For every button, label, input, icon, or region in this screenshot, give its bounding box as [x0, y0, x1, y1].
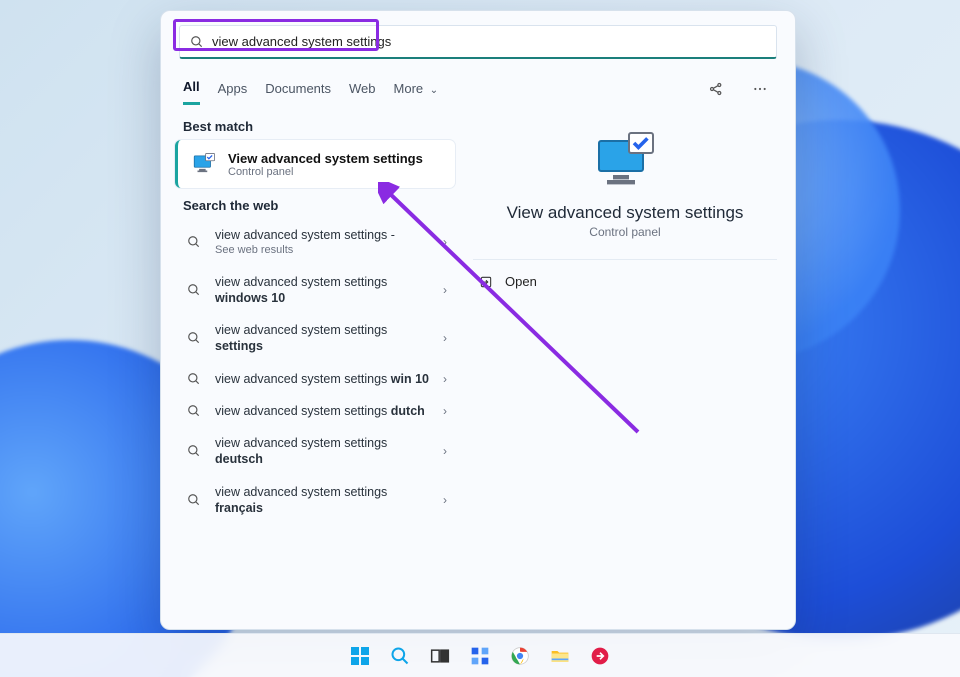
chevron-right-icon: ›: [443, 283, 447, 297]
web-result-item[interactable]: view advanced system settings dutch ›: [175, 395, 455, 427]
web-result-item[interactable]: view advanced system settings -See web r…: [175, 219, 455, 266]
taskbar-file-explorer-icon[interactable]: [544, 640, 576, 672]
taskbar: [0, 633, 960, 677]
web-result-item[interactable]: view advanced system settings deutsch ›: [175, 427, 455, 476]
tab-web[interactable]: Web: [349, 75, 376, 104]
taskbar-app-icon[interactable]: [584, 640, 616, 672]
preview-title: View advanced system settings: [507, 203, 744, 223]
web-result-text: view advanced system settings dutch: [215, 403, 433, 419]
search-input[interactable]: [212, 34, 766, 49]
web-result-text: view advanced system settings windows 10: [215, 274, 433, 307]
control-panel-icon: [190, 150, 218, 178]
chevron-right-icon: ›: [443, 235, 447, 249]
best-match-heading: Best match: [169, 109, 461, 140]
chevron-right-icon: ›: [443, 372, 447, 386]
taskbar-chrome-icon[interactable]: [504, 640, 536, 672]
best-match-subtitle: Control panel: [228, 166, 423, 178]
best-match-result[interactable]: View advanced system settings Control pa…: [175, 140, 455, 188]
chevron-right-icon: ›: [443, 493, 447, 507]
best-match-title: View advanced system settings: [228, 151, 423, 166]
result-preview: View advanced system settings Control pa…: [473, 115, 777, 297]
search-icon: [183, 372, 205, 386]
tab-more-label: More: [394, 81, 424, 96]
search-icon: [183, 235, 205, 249]
divider: [473, 259, 777, 260]
web-result-item[interactable]: view advanced system settings settings ›: [175, 314, 455, 363]
search-panel: All Apps Documents Web More ⌄ Best match: [160, 10, 796, 630]
search-web-heading: Search the web: [169, 188, 461, 219]
chevron-right-icon: ›: [443, 404, 447, 418]
search-icon: [183, 444, 205, 458]
chevron-right-icon: ›: [443, 444, 447, 458]
web-result-text: view advanced system settings français: [215, 484, 433, 517]
share-icon[interactable]: [703, 76, 729, 102]
open-label: Open: [505, 274, 537, 289]
tab-all[interactable]: All: [183, 73, 200, 105]
search-box[interactable]: [179, 25, 777, 59]
taskbar-search-icon[interactable]: [384, 640, 416, 672]
web-result-sub: See web results: [215, 243, 433, 257]
preview-subtitle: Control panel: [589, 225, 660, 239]
chevron-down-icon: ⌄: [430, 85, 438, 96]
taskbar-taskview-icon[interactable]: [424, 640, 456, 672]
tab-apps[interactable]: Apps: [218, 75, 248, 104]
web-result-text: view advanced system settings deutsch: [215, 435, 433, 468]
web-result-item[interactable]: view advanced system settings win 10 ›: [175, 363, 455, 395]
web-result-item[interactable]: view advanced system settings français ›: [175, 476, 455, 525]
search-icon: [183, 493, 205, 507]
search-icon: [183, 283, 205, 297]
web-result-text: view advanced system settings -See web r…: [215, 227, 433, 258]
filter-tabs: All Apps Documents Web More ⌄: [161, 67, 795, 105]
taskbar-widgets-icon[interactable]: [464, 640, 496, 672]
taskbar-start-icon[interactable]: [344, 640, 376, 672]
open-action[interactable]: Open: [473, 266, 777, 297]
web-result-text: view advanced system settings settings: [215, 322, 433, 355]
chevron-right-icon: ›: [443, 331, 447, 345]
open-icon: [479, 275, 493, 289]
web-result-text: view advanced system settings win 10: [215, 371, 433, 387]
search-icon: [190, 35, 204, 49]
tab-documents[interactable]: Documents: [265, 75, 331, 104]
web-result-item[interactable]: view advanced system settings windows 10…: [175, 266, 455, 315]
more-options-icon[interactable]: [747, 76, 773, 102]
search-icon: [183, 404, 205, 418]
search-icon: [183, 331, 205, 345]
control-panel-large-icon: [593, 129, 657, 193]
tab-more[interactable]: More ⌄: [394, 75, 439, 104]
